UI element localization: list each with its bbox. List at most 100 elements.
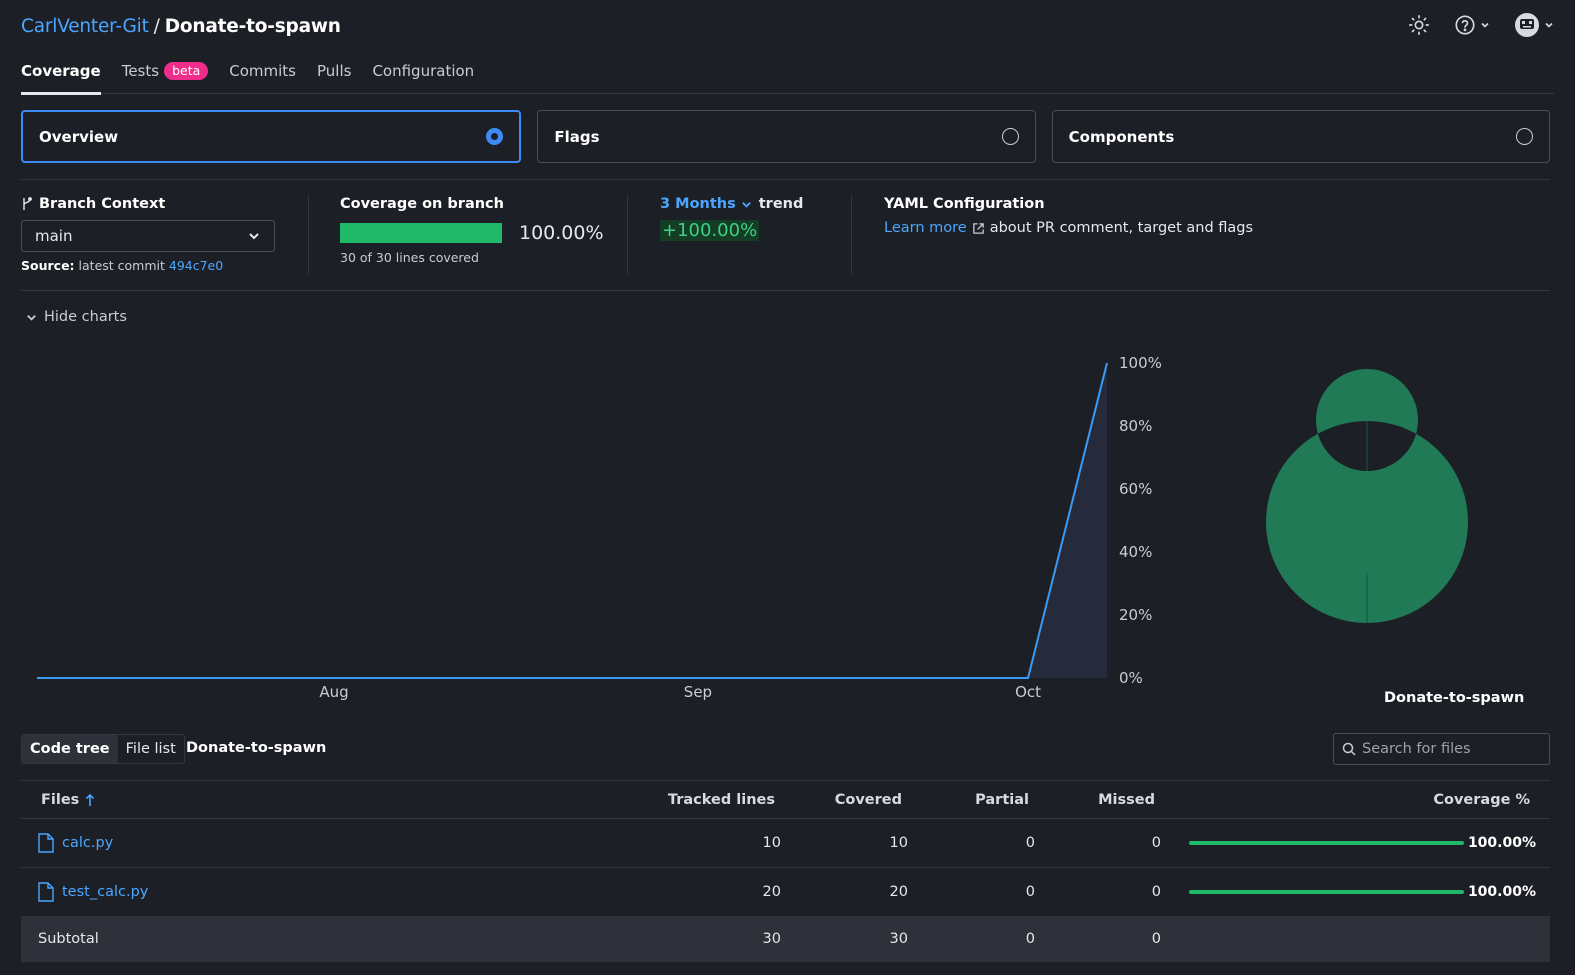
top-bar: CarlVenter-Git / Donate-to-spawn: [21, 12, 1554, 40]
components-radio[interactable]: [1515, 128, 1533, 145]
file-list-button[interactable]: File list: [118, 735, 184, 763]
learn-more-link[interactable]: Learn more: [884, 220, 967, 236]
file-link[interactable]: test_calc.py: [38, 882, 148, 902]
partial-header[interactable]: Partial: [975, 781, 1029, 818]
yaml-description: Learn more about PR comment, target and …: [884, 220, 1254, 236]
coverage-cell: 100.00%: [1467, 835, 1536, 851]
avatar: [1515, 13, 1539, 37]
x-tick-label: Aug: [319, 683, 348, 701]
coverage-on-branch: Coverage on branch 100.00% 30 of 30 line…: [340, 196, 604, 274]
help-icon: [1455, 15, 1475, 35]
tab-coverage[interactable]: Coverage: [21, 60, 101, 95]
external-link-icon: [972, 222, 984, 234]
tracked-lines-header[interactable]: Tracked lines: [668, 781, 775, 818]
divider: [21, 179, 1550, 180]
code-tree-button[interactable]: Code tree: [22, 735, 118, 763]
missed-header[interactable]: Missed: [1098, 781, 1155, 818]
tab-pulls[interactable]: Pulls: [317, 60, 351, 94]
divider: [308, 196, 309, 274]
trend-line: [37, 362, 1108, 679]
subtotal-covered: 30: [889, 931, 908, 947]
chevron-down-icon: [27, 314, 36, 321]
covered-cell: 20: [889, 884, 908, 900]
tab-commits[interactable]: Commits: [229, 60, 296, 94]
file-cell: calc.py: [38, 819, 113, 867]
chevron-down-icon: [1545, 22, 1553, 28]
overview-card[interactable]: Overview: [21, 110, 522, 163]
divider: [851, 196, 852, 274]
flags-card[interactable]: Flags: [537, 110, 1036, 163]
trend-label: trend: [758, 196, 804, 212]
chevron-down-icon: [1481, 22, 1489, 28]
hide-charts-toggle[interactable]: Hide charts: [25, 309, 127, 325]
beta-badge: beta: [164, 62, 209, 80]
sunburst-title: Donate-to-spawn: [1384, 690, 1525, 706]
covered-header[interactable]: Covered: [835, 781, 902, 818]
table-row: calc.py 10 10 0 0 100.00%: [21, 818, 1550, 867]
flags-radio[interactable]: [1001, 128, 1019, 145]
coverage-percent: 100.00%: [519, 222, 604, 244]
overview-card-label: Overview: [39, 127, 119, 146]
files-column-header[interactable]: Files: [41, 781, 95, 818]
tab-tests-label: Tests: [121, 62, 160, 80]
file-cell: test_calc.py: [38, 868, 148, 916]
file-search: [1333, 733, 1550, 765]
coverage-progress-bar: [340, 223, 502, 243]
coverage-progress-fill: [340, 223, 502, 243]
tab-tests[interactable]: Tests beta: [122, 60, 209, 94]
x-tick-label: Sep: [684, 683, 712, 701]
components-card[interactable]: Components: [1051, 110, 1550, 163]
overview-radio[interactable]: [486, 128, 504, 145]
search-icon: [1342, 742, 1356, 756]
yaml-label: YAML Configuration: [884, 196, 1045, 212]
user-menu-button[interactable]: [1514, 12, 1554, 38]
x-tick-label: Oct: [1015, 683, 1041, 701]
coverage-bar-fill: [1189, 890, 1464, 894]
coverage-on-branch-label: Coverage on branch: [340, 196, 504, 212]
y-tick-label: 40%: [1119, 543, 1152, 561]
flags-card-label: Flags: [554, 127, 600, 146]
branch-context: Branch Context main Source: latest commi…: [21, 196, 275, 274]
yaml-configuration: YAML Configuration Learn more about PR c…: [884, 196, 1253, 274]
help-menu-button[interactable]: [1454, 14, 1490, 36]
tab-configuration[interactable]: Configuration: [372, 60, 474, 94]
table-header: Files Tracked lines Covered Partial Miss…: [21, 780, 1550, 818]
file-link[interactable]: calc.py: [38, 833, 113, 853]
coverage-trend-chart: 100% 80% 60% 40% 20% 0% Aug Sep Oct: [37, 354, 1468, 701]
source-text: latest commit: [78, 258, 165, 273]
missed-cell: 0: [1151, 835, 1161, 851]
subtotal-missed: 0: [1151, 931, 1161, 947]
trend-period-select[interactable]: 3 Months: [660, 196, 753, 212]
missed-cell: 0: [1151, 884, 1161, 900]
divider: [627, 196, 628, 274]
search-input[interactable]: [1362, 741, 1532, 757]
tracked-cell: 20: [762, 884, 781, 900]
theme-toggle-button[interactable]: [1408, 14, 1430, 36]
coverage-bar: [1189, 819, 1464, 867]
breadcrumb-owner-link[interactable]: CarlVenter-Git: [21, 16, 149, 37]
y-tick-label: 60%: [1119, 480, 1152, 498]
breadcrumb: CarlVenter-Git / Donate-to-spawn: [21, 16, 341, 37]
source-label: Source:: [21, 258, 75, 273]
covered-cell: 10: [889, 835, 908, 851]
coverage-header[interactable]: Coverage %: [1433, 781, 1530, 818]
y-tick-label: 20%: [1119, 606, 1152, 624]
y-tick-label: 0%: [1119, 669, 1143, 687]
coverage-bar-row: 100.00%: [340, 222, 604, 244]
view-mode-toggle: Code tree File list: [21, 734, 185, 764]
subtotal-row: Subtotal 30 30 0 0: [21, 916, 1550, 962]
y-tick-label: 100%: [1119, 354, 1162, 372]
view-selector: Overview Flags Components: [21, 110, 1550, 163]
coverage-cell: 100.00%: [1467, 884, 1536, 900]
chevron-down-icon: [249, 233, 259, 240]
y-tick-label: 80%: [1119, 417, 1152, 435]
repo-tabs: Coverage Tests beta Commits Pulls Configu…: [21, 60, 1554, 95]
hide-charts-label: Hide charts: [44, 309, 127, 325]
subtotal-tracked: 30: [762, 931, 781, 947]
files-table: Files Tracked lines Covered Partial Miss…: [21, 780, 1550, 962]
branch-select[interactable]: main: [21, 220, 275, 252]
header-actions: [1408, 12, 1554, 38]
subtotal-partial: 0: [1025, 931, 1035, 947]
subtotal-label: Subtotal: [38, 931, 99, 947]
commit-link[interactable]: 494c7e0: [169, 258, 223, 273]
